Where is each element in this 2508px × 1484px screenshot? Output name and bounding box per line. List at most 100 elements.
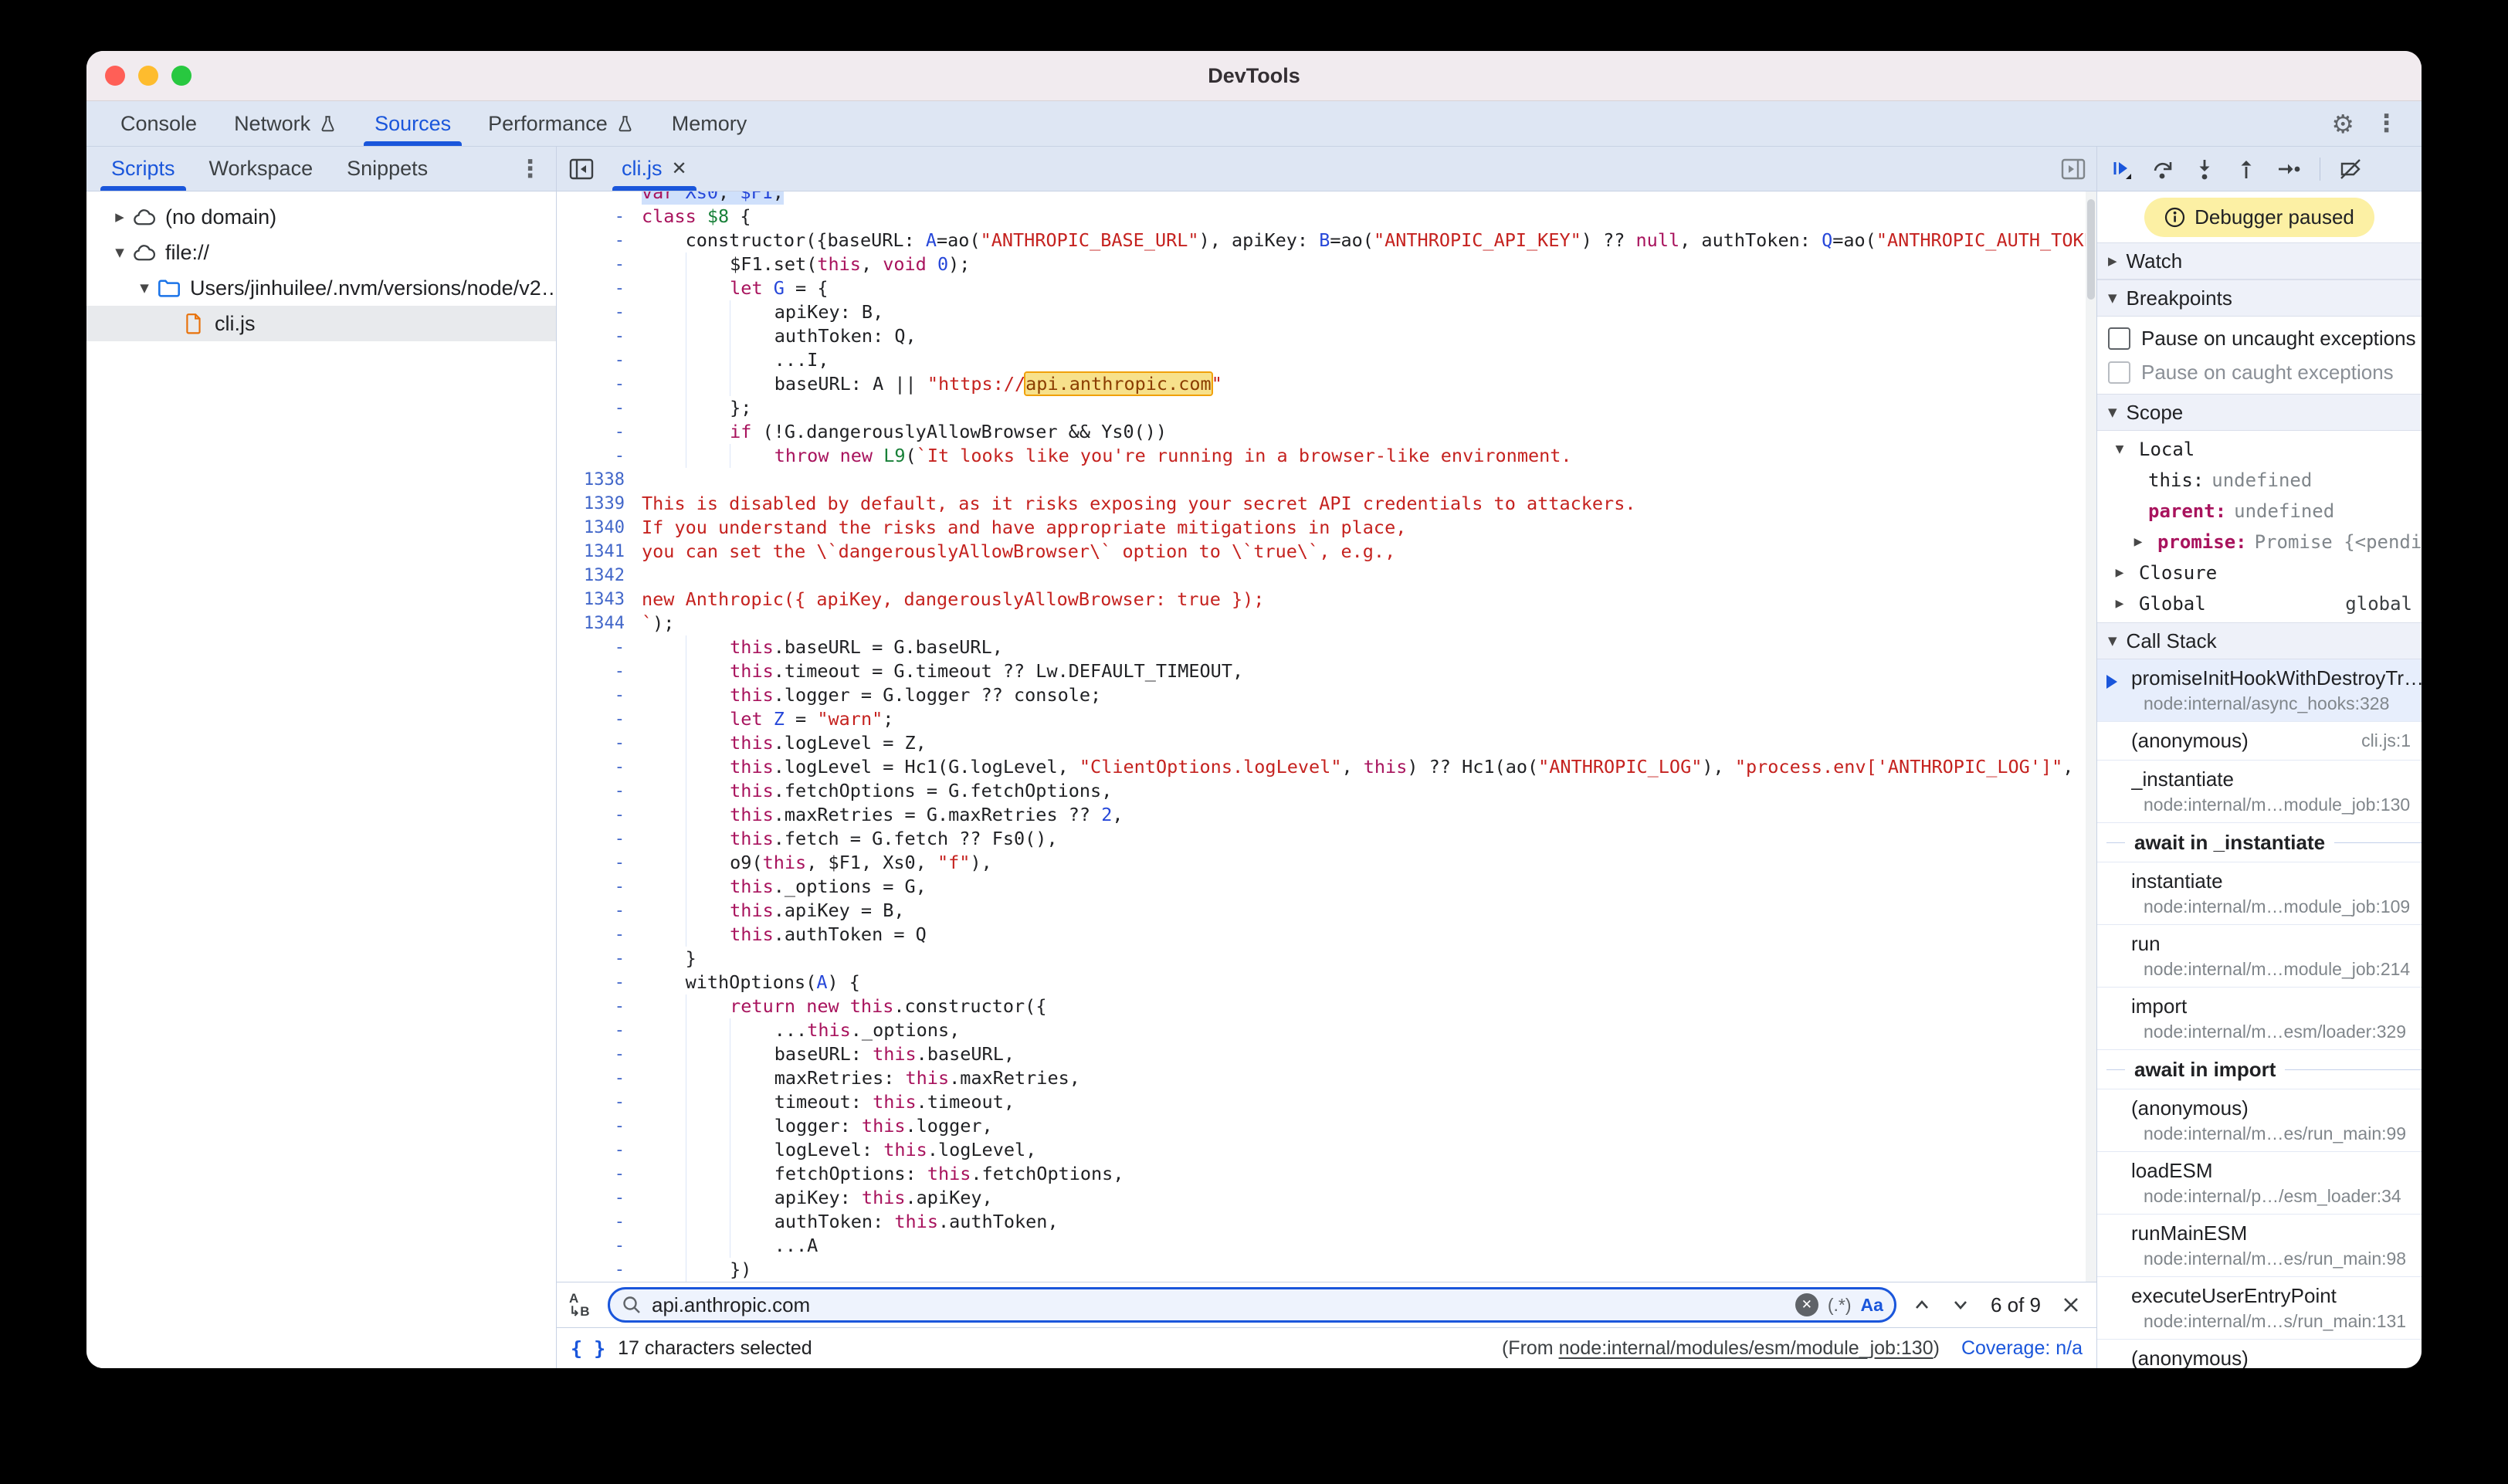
code-line[interactable]: -} (557, 947, 2096, 971)
code-line[interactable]: 1343new Anthropic({ apiKey, dangerouslyA… (557, 588, 2096, 612)
tab-network[interactable]: Network (215, 101, 356, 146)
editor-scrollbar[interactable] (2086, 191, 2096, 1282)
code-line[interactable]: -throw new L9(`It looks like you're runn… (557, 444, 2096, 468)
code-line[interactable]: -fetchOptions: this.fetchOptions, (557, 1162, 2096, 1186)
line-number[interactable]: 1342 (557, 564, 642, 588)
tree-item-clijs[interactable]: cli.js (86, 306, 556, 341)
scope-var-this[interactable]: this: undefined (2097, 465, 2422, 496)
match-case-toggle[interactable]: Aa (1861, 1295, 1883, 1316)
chevron-right-icon[interactable]: ▶ (2127, 536, 2150, 548)
code-line[interactable]: -baseURL: this.baseURL, (557, 1042, 2096, 1066)
line-number[interactable]: - (557, 1090, 642, 1114)
deactivate-breakpoints-icon[interactable] (2339, 158, 2362, 181)
line-number[interactable]: - (557, 659, 642, 683)
line-number[interactable]: - (557, 348, 642, 372)
code-line[interactable]: 1339This is disabled by default, as it r… (557, 492, 2096, 516)
tab-scripts[interactable]: Scripts (94, 147, 192, 191)
code-line[interactable]: -this.logLevel = Hc1(G.logLevel, "Client… (557, 755, 2096, 779)
line-number[interactable]: - (557, 1138, 642, 1162)
code-line[interactable]: -maxRetries: this.maxRetries, (557, 1066, 2096, 1090)
call-stack-frame[interactable]: runMainESMnode:internal/m…es/run_main:98 (2097, 1215, 2422, 1277)
close-find-bar-icon[interactable] (2058, 1295, 2084, 1315)
tab-memory[interactable]: Memory (653, 101, 766, 146)
search-query-text[interactable]: api.anthropic.com (652, 1293, 1786, 1317)
line-number[interactable]: - (557, 252, 642, 276)
more-options-icon[interactable]: ⋮ (2374, 110, 2398, 137)
call-stack-frame[interactable]: _instantiatenode:internal/m…module_job:1… (2097, 761, 2422, 823)
scrollbar-thumb[interactable] (2087, 199, 2095, 300)
tab-snippets[interactable]: Snippets (330, 147, 445, 191)
tab-sources[interactable]: Sources (356, 101, 469, 146)
scope-local[interactable]: ▼ Local (2097, 434, 2422, 465)
line-number[interactable]: - (557, 947, 642, 971)
line-number[interactable]: 1338 (557, 468, 642, 492)
chevron-down-icon[interactable]: ▼ (108, 246, 131, 259)
line-number[interactable]: - (557, 372, 642, 396)
section-watch[interactable]: ▶ Watch (2097, 242, 2422, 280)
code-line[interactable]: -return new this.constructor({ (557, 994, 2096, 1018)
call-stack-frame[interactable]: runnode:internal/m…module_job:214 (2097, 925, 2422, 988)
line-number[interactable]: 1343 (557, 588, 642, 612)
code-line[interactable]: -let G = { (557, 276, 2096, 300)
step-icon[interactable] (2276, 158, 2301, 181)
line-number[interactable]: - (557, 971, 642, 994)
scope-var-parent[interactable]: parent: undefined (2097, 496, 2422, 527)
step-over-icon[interactable] (2151, 158, 2174, 181)
line-number[interactable]: 1341 (557, 540, 642, 564)
line-number[interactable]: - (557, 420, 642, 444)
checkbox-uncaught[interactable] (2108, 327, 2130, 350)
code-line[interactable]: -authToken: Q, (557, 324, 2096, 348)
chevron-down-icon[interactable]: ▼ (2108, 634, 2117, 648)
line-number[interactable]: - (557, 324, 642, 348)
code-line[interactable]: -this._options = G, (557, 875, 2096, 899)
code-line[interactable]: -apiKey: this.apiKey, (557, 1186, 2096, 1210)
line-number[interactable]: - (557, 205, 642, 229)
code-line[interactable]: -}; (557, 396, 2096, 420)
code-line[interactable]: -let Z = "warn"; (557, 707, 2096, 731)
line-number[interactable]: - (557, 1258, 642, 1282)
line-number[interactable]: - (557, 1042, 642, 1066)
code-line[interactable]: -$F1.set(this, void 0); (557, 252, 2096, 276)
tree-item-file-scheme[interactable]: ▼ file:// (86, 235, 556, 270)
scope-closure[interactable]: ▶ Closure (2097, 557, 2422, 588)
line-number[interactable]: - (557, 827, 642, 851)
line-number[interactable]: 1340 (557, 516, 642, 540)
pause-uncaught-row[interactable]: Pause on uncaught exceptions (2097, 321, 2422, 355)
code-line[interactable]: -...I, (557, 348, 2096, 372)
line-number[interactable]: - (557, 1234, 642, 1258)
close-window-button[interactable] (105, 66, 125, 86)
line-number[interactable]: - (557, 1114, 642, 1138)
code-line[interactable]: -withOptions(A) { (557, 971, 2096, 994)
line-number[interactable]: - (557, 1186, 642, 1210)
line-number[interactable]: - (557, 229, 642, 252)
code-line[interactable]: -this.apiKey = B, (557, 899, 2096, 923)
regex-toggle[interactable]: (.*) (1828, 1295, 1852, 1316)
code-line[interactable]: -logLevel: this.logLevel, (557, 1138, 2096, 1162)
close-tab-icon[interactable]: ✕ (672, 158, 687, 180)
call-stack-frame[interactable]: (anonymous)node:internal/m…main_module:2 (2097, 1340, 2422, 1368)
line-number[interactable]: - (557, 1066, 642, 1090)
pause-caught-row[interactable]: Pause on caught exceptions (2097, 355, 2422, 389)
checkbox-caught[interactable] (2108, 361, 2130, 384)
code-line[interactable]: -apiKey: B, (557, 300, 2096, 324)
line-number[interactable]: - (557, 396, 642, 420)
code-line[interactable]: -timeout: this.timeout, (557, 1090, 2096, 1114)
scope-var-promise[interactable]: ▶ promise: Promise {<pending>} (2097, 527, 2422, 557)
call-stack-frame[interactable]: importnode:internal/m…esm/loader:329 (2097, 988, 2422, 1050)
line-number[interactable]: - (557, 1018, 642, 1042)
call-stack-frame[interactable]: promiseInitHookWithDestroyTr…node:intern… (2097, 659, 2422, 722)
code-line[interactable]: -this.fetch = G.fetch ?? Fs0(), (557, 827, 2096, 851)
maximize-window-button[interactable] (171, 66, 191, 86)
code-line[interactable]: 1341you can set the \`dangerouslyAllowBr… (557, 540, 2096, 564)
scope-global[interactable]: ▶ Global global (2097, 588, 2422, 619)
line-number[interactable]: 1339 (557, 492, 642, 516)
line-number[interactable]: - (557, 731, 642, 755)
resume-script-icon[interactable] (2110, 158, 2133, 181)
editor-tab-clijs[interactable]: cli.js ✕ (606, 147, 703, 191)
line-number[interactable]: - (557, 851, 642, 875)
call-stack-frame[interactable]: (anonymous)cli.js:1 (2097, 722, 2422, 761)
toggle-navigator-sidebar-icon[interactable] (569, 158, 594, 180)
code-line[interactable]: -class $8 { (557, 205, 2096, 229)
tree-item-folder[interactable]: ▼ Users/jinhuilee/.nvm/versions/node/v2… (86, 270, 556, 306)
code-line[interactable]: -authToken: this.authToken, (557, 1210, 2096, 1234)
